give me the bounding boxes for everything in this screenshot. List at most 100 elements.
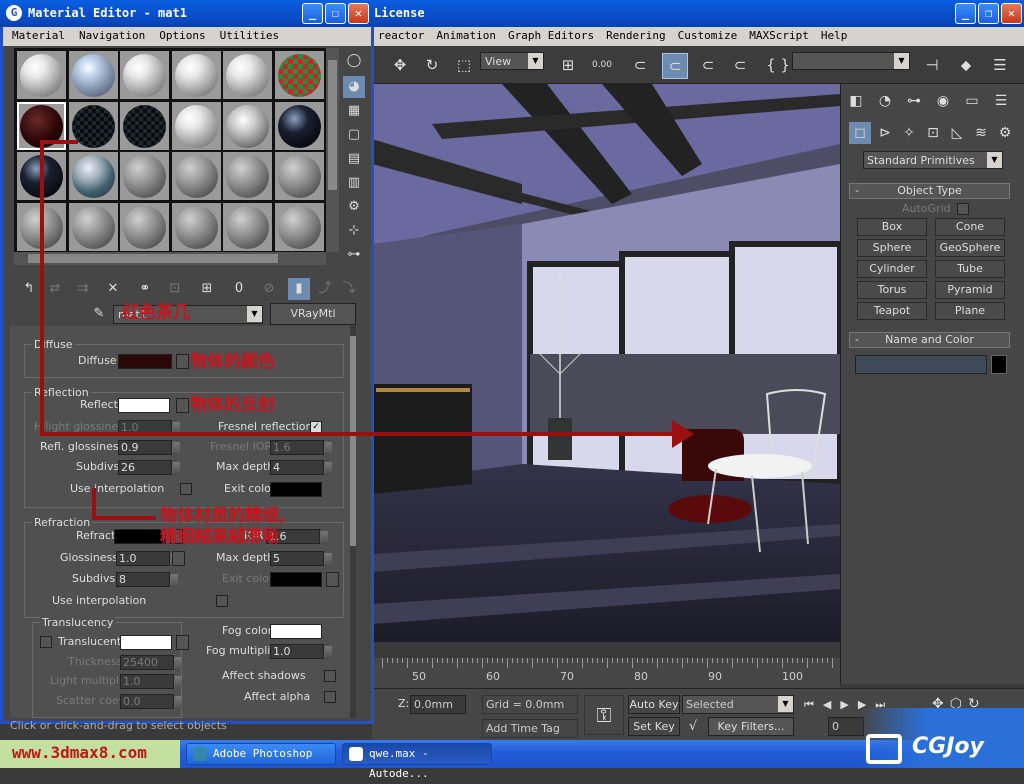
menu-item-animation[interactable]: Animation [436,29,496,42]
thickness-spinner[interactable]: 25400 [120,655,182,670]
backlight-icon[interactable]: ◕ [343,76,365,98]
sample-slot[interactable] [171,101,221,150]
me-menu-item-options[interactable]: Options [159,29,205,42]
sample-slots-grid[interactable] [14,48,326,252]
get-material-icon[interactable]: ↰ [18,278,40,300]
sample-slot[interactable] [171,202,221,251]
scroll-thumb[interactable] [350,336,356,546]
magnet-icon[interactable]: ⊂ [628,53,652,77]
translucent-map-button[interactable] [176,635,189,650]
utilities-tab-icon[interactable]: ☰ [990,90,1012,112]
add-time-tag[interactable]: Add Time Tag [482,719,578,738]
sample-slot[interactable] [223,51,272,99]
create-torus-button[interactable]: Torus [857,281,927,299]
geometry-icon[interactable]: ◻ [849,122,871,144]
show-end-result-icon[interactable]: ▮ [288,278,310,300]
affect-alpha-checkbox[interactable] [324,691,336,703]
light-multiplier-spinner[interactable]: 1.0 [120,674,182,689]
layers-icon[interactable]: ☰ [988,53,1012,77]
modify-tab-icon[interactable]: ◔ [874,90,896,112]
spinner-snap-icon[interactable]: ⊂ [728,53,752,77]
material-effects-channel-icon[interactable]: ⊞ [196,278,218,300]
refr-glossiness-map-button[interactable] [172,551,185,566]
fog-color-swatch[interactable] [270,624,322,639]
autogrid-checkbox[interactable] [957,203,969,215]
slots-vertical-scrollbar[interactable] [326,48,339,252]
named-selection-dropdown[interactable]: ▼ [792,52,910,70]
scale-icon[interactable]: ⬚ [452,53,476,77]
align-icon[interactable]: ⬥ [954,53,978,77]
me-menu-item-material[interactable]: Material [12,29,65,42]
sample-slot[interactable] [274,51,324,99]
reset-map-icon[interactable]: ✕ [102,278,124,300]
restore-button[interactable]: ❐ [978,3,999,24]
motion-tab-icon[interactable]: ◉ [932,90,954,112]
sample-slot[interactable] [274,152,324,200]
sample-slot[interactable] [171,152,221,200]
pick-material-icon[interactable]: ✎ [88,303,110,325]
menu-item-graph-editors[interactable]: Graph Editors [508,29,594,42]
translucent-checkbox[interactable] [40,636,52,648]
sample-slot[interactable] [274,202,324,251]
create-teapot-button[interactable]: Teapot [857,302,927,320]
menu-item-customize[interactable]: Customize [678,29,738,42]
create-cone-button[interactable]: Cone [935,218,1005,236]
systems-icon[interactable]: ⚙ [994,122,1016,144]
percent-magnet-icon[interactable]: ⊂ [696,53,720,77]
fog-multiplier-spinner[interactable]: 1.0 [270,644,332,659]
rotate-icon[interactable]: ↻ [420,53,444,77]
auto-key-button[interactable]: Auto Key [628,695,680,714]
reflection-exit-color-swatch[interactable] [270,482,322,497]
object-name-input[interactable] [855,355,987,374]
sample-slot[interactable] [120,152,169,200]
shapes-icon[interactable]: ⊳ [874,122,896,144]
sample-slot[interactable] [171,51,221,99]
refl-glossiness-spinner[interactable]: 0.9 [118,440,180,455]
sample-slot[interactable] [68,202,118,251]
sample-slot[interactable] [68,51,118,99]
perspective-viewport[interactable] [372,84,840,642]
refract-color-swatch[interactable] [114,529,166,544]
sample-uv-tiling-icon[interactable]: ▢ [343,124,365,146]
material-navigator-icon[interactable]: ⊶ [343,244,365,266]
reference-coord-dropdown[interactable]: View ▼ [480,52,544,70]
create-box-button[interactable]: Box [857,218,927,236]
z-coord-field[interactable]: 0.0mm [410,695,466,714]
me-maximize-button[interactable]: ☐ [325,3,346,24]
sample-type-icon[interactable]: ◯ [343,50,365,72]
me-menu-item-navigation[interactable]: Navigation [79,29,145,42]
refr-glossiness-spinner[interactable]: 1.0 [116,551,178,566]
translucent-color-swatch[interactable] [120,635,172,650]
me-minimize-button[interactable]: _ [302,3,323,24]
sample-slot[interactable] [68,152,118,200]
reflection-use-interpolation-checkbox[interactable] [180,483,192,495]
refraction-use-interpolation-checkbox[interactable] [216,595,228,607]
scroll-thumb[interactable] [328,60,337,190]
create-plane-button[interactable]: Plane [935,302,1005,320]
create-pyramid-button[interactable]: Pyramid [935,281,1005,299]
pivot-icon[interactable]: ⊞ [556,53,580,77]
reflect-map-button[interactable] [176,398,189,413]
scroll-thumb[interactable] [28,254,278,263]
parameters-scrollbar[interactable] [350,326,356,718]
current-frame-field[interactable]: 0 [828,717,864,736]
name-and-color-rollout[interactable]: - Name and Color [849,332,1010,348]
key-filters-button[interactable]: Key Filters... [708,717,794,736]
effects-channel-icon[interactable]: 0 [228,278,250,300]
video-color-check-icon[interactable]: ▤ [343,148,365,170]
scatter-coeff-spinner[interactable]: 0.0 [120,694,182,709]
me-close-button[interactable]: ✕ [348,3,369,24]
menu-item-maxscript[interactable]: MAXScript [749,29,809,42]
material-type-button[interactable]: VRayMtl [270,303,356,325]
display-tab-icon[interactable]: ▭ [961,90,983,112]
mirror-icon[interactable]: ⊣ [920,53,944,77]
reflection-subdivs-spinner[interactable]: 26 [118,460,180,475]
cameras-icon[interactable]: ⊡ [922,122,944,144]
create-tube-button[interactable]: Tube [935,260,1005,278]
key-tangent-icon[interactable]: √ [682,717,704,736]
diffuse-color-swatch[interactable] [118,354,172,369]
fresnel-ior-spinner[interactable]: 1.6 [270,440,332,455]
primitive-category-dropdown[interactable]: Standard Primitives ▼ [863,151,1003,169]
sample-slot[interactable] [223,101,272,150]
set-key-button[interactable]: Set Key [628,717,680,736]
